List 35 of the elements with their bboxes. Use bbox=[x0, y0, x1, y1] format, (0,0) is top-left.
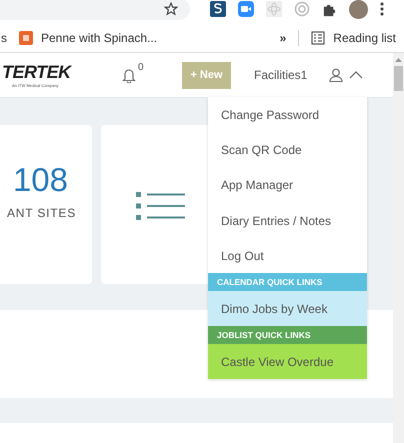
bookmark-label: Penne with Spinach... bbox=[41, 31, 158, 45]
scroll-up-icon[interactable] bbox=[395, 57, 402, 62]
menu-item[interactable]: App Manager bbox=[208, 168, 367, 203]
avatar[interactable] bbox=[349, 0, 368, 18]
quick-link[interactable]: Dimo Jobs by Week bbox=[208, 291, 367, 326]
menu-item[interactable]: Log Out bbox=[208, 238, 367, 274]
scrollbar[interactable] bbox=[393, 53, 404, 443]
reading-list-label: Reading list bbox=[333, 31, 396, 45]
menu-section-header: CALENDAR QUICK LINKS bbox=[208, 273, 367, 292]
stat-label: ANT SITES bbox=[7, 206, 76, 220]
more-icon[interactable] bbox=[380, 2, 384, 16]
menu-section-header: JOBLIST QUICK LINKS bbox=[208, 326, 367, 344]
reading-list[interactable]: Reading list bbox=[311, 31, 396, 45]
video-camera-icon[interactable] bbox=[238, 1, 254, 17]
menu-item[interactable]: Scan QR Code bbox=[208, 132, 367, 168]
bookmark[interactable]: Penne with Spinach... bbox=[19, 31, 158, 45]
scrollbar-thumb[interactable] bbox=[394, 66, 403, 91]
stat-value: 108 bbox=[12, 163, 68, 196]
chevron-up-icon[interactable] bbox=[349, 71, 364, 79]
notification-count: 0 bbox=[138, 62, 144, 72]
user-icon[interactable] bbox=[329, 68, 344, 82]
menu-item[interactable]: Change Password bbox=[208, 97, 367, 132]
list-icon bbox=[311, 31, 326, 45]
stat-card[interactable]: 108 ANT SITES bbox=[0, 125, 92, 284]
list-icon bbox=[136, 191, 186, 221]
quick-link[interactable]: Castle View Overdue bbox=[208, 344, 367, 380]
more-bookmarks[interactable]: » bbox=[280, 31, 286, 45]
bookmark[interactable]: s bbox=[1, 31, 7, 45]
menu-item[interactable]: Diary Entries / Notes bbox=[208, 202, 367, 238]
account-name[interactable]: Facilities1 bbox=[254, 68, 308, 82]
extension-icon[interactable] bbox=[210, 1, 226, 17]
bell-icon[interactable] bbox=[122, 68, 136, 82]
logo-text: TERTEK bbox=[2, 62, 73, 83]
star-icon[interactable] bbox=[164, 2, 178, 16]
bookmark-icon bbox=[19, 31, 33, 45]
